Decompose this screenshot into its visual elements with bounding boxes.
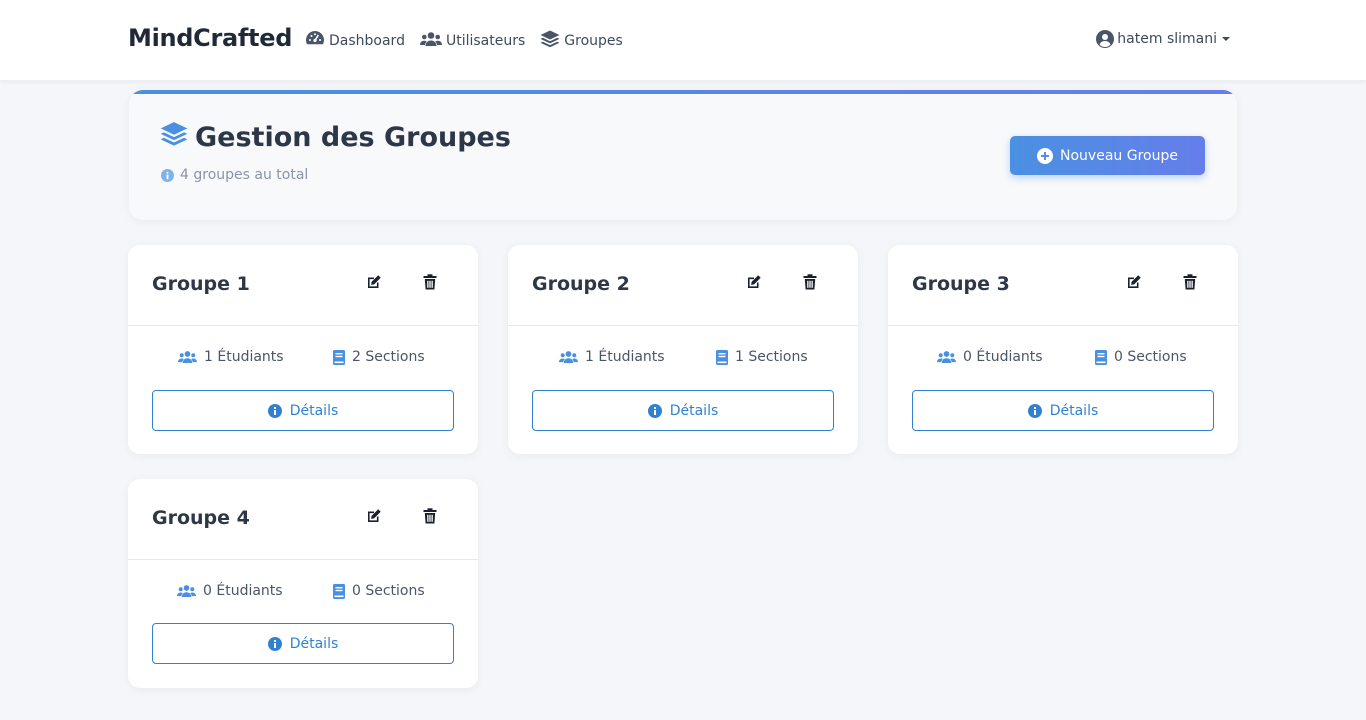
book-icon bbox=[716, 349, 728, 365]
students-stat: 0 Étudiants bbox=[177, 583, 283, 599]
info-icon bbox=[267, 636, 282, 651]
group-card: Groupe 3 0 Étudiants 0 Sections Détails bbox=[888, 245, 1238, 454]
students-count: 1 Étudiants bbox=[585, 349, 665, 365]
book-icon bbox=[1095, 349, 1107, 365]
group-name: Groupe 1 bbox=[152, 273, 250, 295]
group-card: Groupe 4 0 Étudiants 0 Sections Détails bbox=[128, 479, 478, 688]
layers-icon bbox=[540, 30, 564, 52]
delete-button[interactable] bbox=[420, 508, 440, 528]
group-card-header: Groupe 3 bbox=[888, 245, 1238, 326]
user-name: hatem slimani bbox=[1117, 31, 1217, 47]
group-stats: 0 Étudiants 0 Sections bbox=[888, 349, 1238, 373]
students-stat: 0 Étudiants bbox=[937, 349, 1043, 365]
trash-icon bbox=[803, 274, 817, 294]
users-icon bbox=[177, 584, 196, 598]
gauge-icon bbox=[305, 30, 329, 52]
users-icon bbox=[937, 350, 956, 364]
nav-link-groups[interactable]: Groupes bbox=[540, 30, 623, 52]
layers-icon bbox=[160, 121, 195, 154]
students-count: 0 Étudiants bbox=[203, 583, 283, 599]
sections-stat: 0 Sections bbox=[333, 583, 425, 599]
students-stat: 1 Étudiants bbox=[559, 349, 665, 365]
book-icon bbox=[333, 583, 345, 599]
user-menu-dropdown[interactable]: hatem slimani bbox=[1096, 30, 1230, 48]
sections-count: 0 Sections bbox=[352, 583, 425, 599]
nav-link-users[interactable]: Utilisateurs bbox=[419, 31, 526, 51]
group-card-header: Groupe 2 bbox=[508, 245, 858, 326]
book-icon bbox=[333, 349, 345, 365]
new-group-label: Nouveau Groupe bbox=[1060, 147, 1178, 164]
delete-button[interactable] bbox=[800, 274, 820, 294]
details-label: Détails bbox=[289, 635, 339, 652]
group-card: Groupe 2 1 Étudiants 1 Sections Détails bbox=[508, 245, 858, 454]
trash-icon bbox=[423, 274, 437, 294]
sections-stat: 0 Sections bbox=[1095, 349, 1187, 365]
navbar: MindCrafted Dashboard Utilisateurs Group… bbox=[0, 0, 1366, 81]
group-name: Groupe 3 bbox=[912, 273, 1010, 295]
nav-links: Dashboard Utilisateurs Groupes bbox=[305, 30, 638, 52]
edit-button[interactable] bbox=[1124, 274, 1144, 294]
group-card-header: Groupe 4 bbox=[128, 479, 478, 560]
new-group-button[interactable]: Nouveau Groupe bbox=[1010, 136, 1205, 175]
details-label: Détails bbox=[289, 402, 339, 419]
caret-down-icon bbox=[1222, 37, 1230, 41]
sections-count: 1 Sections bbox=[735, 349, 808, 365]
sections-stat: 1 Sections bbox=[716, 349, 808, 365]
trash-icon bbox=[1183, 274, 1197, 294]
group-stats: 0 Étudiants 0 Sections bbox=[128, 583, 478, 607]
edit-icon bbox=[366, 508, 382, 528]
user-circle-icon bbox=[1096, 30, 1115, 48]
info-icon bbox=[1027, 403, 1042, 418]
details-button[interactable]: Détails bbox=[532, 390, 834, 431]
students-count: 0 Étudiants bbox=[963, 349, 1043, 365]
edit-icon bbox=[1126, 274, 1142, 294]
page-header-card: Gestion des Groupes 4 groupes au total N… bbox=[129, 90, 1237, 220]
sections-stat: 2 Sections bbox=[333, 349, 425, 365]
delete-button[interactable] bbox=[1180, 274, 1200, 294]
sections-count: 2 Sections bbox=[352, 349, 425, 365]
info-icon bbox=[267, 403, 282, 418]
info-icon bbox=[647, 403, 662, 418]
group-card-header: Groupe 1 bbox=[128, 245, 478, 326]
details-button[interactable]: Détails bbox=[152, 390, 454, 431]
details-button[interactable]: Détails bbox=[152, 623, 454, 664]
group-name: Groupe 2 bbox=[532, 273, 630, 295]
trash-icon bbox=[423, 508, 437, 528]
details-label: Détails bbox=[1049, 402, 1099, 419]
edit-button[interactable] bbox=[364, 274, 384, 294]
edit-button[interactable] bbox=[744, 274, 764, 294]
users-icon bbox=[178, 350, 197, 364]
group-stats: 1 Étudiants 2 Sections bbox=[128, 349, 478, 373]
delete-button[interactable] bbox=[420, 274, 440, 294]
sections-count: 0 Sections bbox=[1114, 349, 1187, 365]
nav-link-label: Groupes bbox=[564, 33, 623, 49]
students-count: 1 Étudiants bbox=[204, 349, 284, 365]
users-icon bbox=[419, 31, 446, 51]
page-subtitle: 4 groupes au total bbox=[161, 167, 308, 183]
group-stats: 1 Étudiants 1 Sections bbox=[508, 349, 858, 373]
nav-link-dashboard[interactable]: Dashboard bbox=[305, 30, 405, 52]
details-button[interactable]: Détails bbox=[912, 390, 1214, 431]
edit-button[interactable] bbox=[364, 508, 384, 528]
students-stat: 1 Étudiants bbox=[178, 349, 284, 365]
nav-link-label: Dashboard bbox=[329, 33, 405, 49]
edit-icon bbox=[366, 274, 382, 294]
edit-icon bbox=[746, 274, 762, 294]
group-count-text: 4 groupes au total bbox=[180, 167, 309, 183]
users-icon bbox=[559, 350, 578, 364]
group-card: Groupe 1 1 Étudiants 2 Sections Détails bbox=[128, 245, 478, 454]
brand-logo[interactable]: MindCrafted bbox=[128, 24, 292, 52]
info-icon bbox=[161, 168, 174, 182]
details-label: Détails bbox=[669, 402, 719, 419]
page-title-text: Gestion des Groupes bbox=[195, 122, 511, 153]
page-title: Gestion des Groupes bbox=[160, 121, 511, 154]
nav-link-label: Utilisateurs bbox=[445, 33, 526, 49]
group-name: Groupe 4 bbox=[152, 507, 250, 529]
plus-circle-icon bbox=[1037, 147, 1054, 164]
